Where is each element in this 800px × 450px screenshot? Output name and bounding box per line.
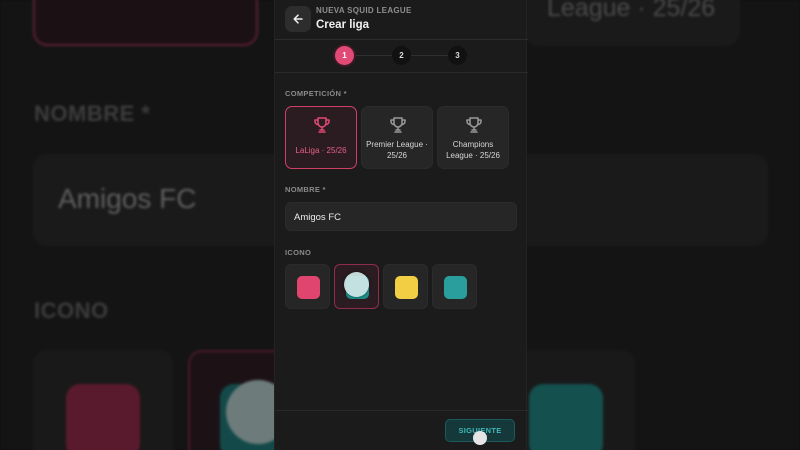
bg-swatch-pink bbox=[66, 384, 140, 450]
competition-label: COMPETICIÓN * bbox=[285, 89, 347, 98]
arrow-left-icon bbox=[293, 14, 303, 24]
icon-option-yellow[interactable] bbox=[383, 264, 428, 309]
step-3[interactable]: 3 bbox=[448, 46, 467, 65]
competition-option-laliga[interactable]: LaLiga · 25/26 bbox=[285, 106, 357, 169]
create-league-panel: NUEVA SQUID LEAGUE Crear liga 1 2 3 COMP… bbox=[274, 0, 528, 450]
icon-option-cyan[interactable] bbox=[432, 264, 477, 309]
bg-name-label: NOMBRE * bbox=[34, 101, 151, 126]
touch-indicator bbox=[473, 431, 487, 445]
stepper-line bbox=[411, 55, 448, 56]
bg-icon-label: ICONO bbox=[34, 298, 109, 323]
competition-option-label: Premier League · 25/26 bbox=[366, 140, 428, 160]
competition-option-premier[interactable]: Premier League · 25/26 bbox=[361, 106, 433, 169]
stepper: 1 2 3 bbox=[275, 40, 528, 73]
back-button[interactable] bbox=[285, 6, 311, 32]
header-supertitle: NUEVA SQUID LEAGUE bbox=[316, 6, 412, 15]
name-label: NOMBRE * bbox=[285, 185, 326, 194]
color-swatch bbox=[395, 276, 418, 299]
competition-option-label: Champions League · 25/26 bbox=[446, 140, 500, 160]
touch-indicator bbox=[344, 272, 369, 297]
trophy-icon bbox=[390, 117, 406, 133]
page-title: Crear liga bbox=[316, 19, 370, 31]
competition-option-label: LaLiga · 25/26 bbox=[295, 146, 347, 155]
trophy-icon bbox=[466, 117, 482, 133]
footer: SIGUIENTE bbox=[275, 410, 528, 450]
icon-label: ICONO bbox=[285, 248, 312, 257]
header: NUEVA SQUID LEAGUE Crear liga bbox=[275, 0, 528, 40]
stepper-line bbox=[355, 55, 392, 56]
color-swatch bbox=[444, 276, 467, 299]
bg-swatch-teal-2 bbox=[529, 384, 603, 450]
icon-option-teal[interactable] bbox=[334, 264, 379, 309]
bg-competition-text: League · 25/26 bbox=[547, 0, 716, 22]
league-name-value: Amigos FC bbox=[294, 212, 341, 223]
icon-option-pink[interactable] bbox=[285, 264, 330, 309]
league-name-input[interactable]: Amigos FC bbox=[285, 202, 517, 231]
step-2[interactable]: 2 bbox=[392, 46, 411, 65]
step-1[interactable]: 1 bbox=[335, 46, 354, 65]
screen: League · 25/26 NOMBRE * Amigos FC ICONO … bbox=[0, 0, 800, 450]
bg-competition-card bbox=[33, 0, 258, 46]
color-swatch bbox=[297, 276, 320, 299]
trophy-icon bbox=[314, 117, 330, 133]
bg-name-value: Amigos FC bbox=[58, 183, 197, 214]
competition-option-champions[interactable]: Champions League · 25/26 bbox=[437, 106, 509, 169]
